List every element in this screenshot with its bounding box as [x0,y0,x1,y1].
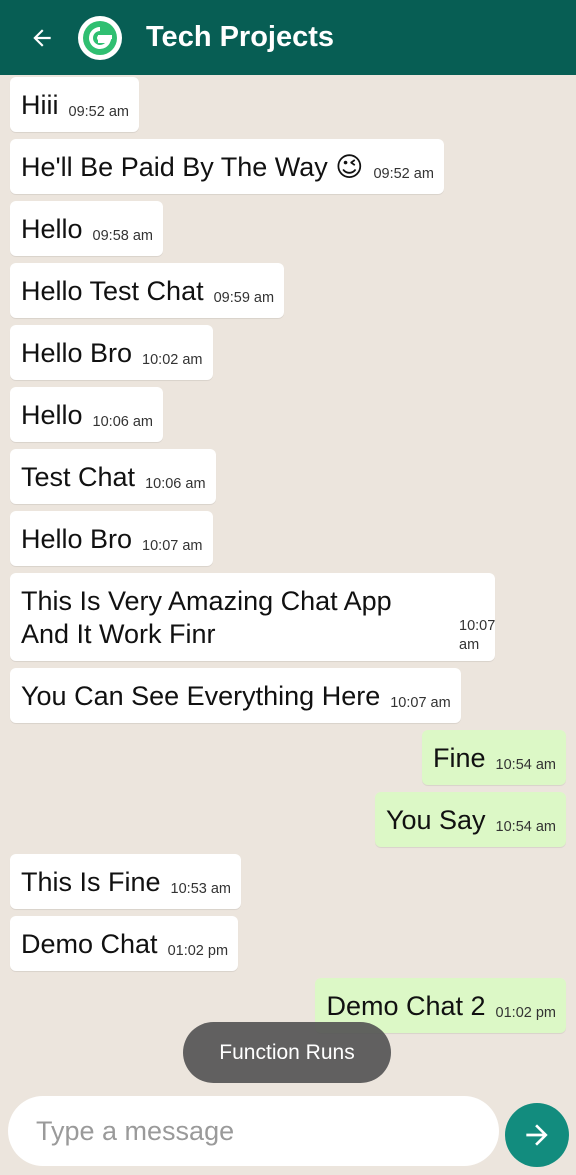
incoming-message-row: This Is Fine 10:53 am [0,854,576,909]
message-time: 10:06 am [145,476,206,492]
message-bubble[interactable]: He'll Be Paid By The Way 😉 09:52 am [10,139,444,194]
message-bubble[interactable]: Hello Bro 10:02 am [10,325,213,380]
message-bubble[interactable]: Hiii 09:52 am [10,77,139,132]
message-time: 01:02 pm [167,943,229,959]
incoming-message-row: This Is Very Amazing Chat App And It Wor… [0,573,576,661]
message-text: Hello [21,214,83,244]
outgoing-message-row: Fine 10:54 am [0,730,576,785]
message-text: Hello Bro [21,338,133,368]
message-composer [8,1096,499,1166]
message-text: You Can See Everything Here [21,681,381,711]
message-time: 10:07 am [142,538,203,554]
message-text: Demo Chat 2 [326,991,486,1021]
message-bubble[interactable]: You Can See Everything Here 10:07 am [10,668,461,723]
message-time: 01:02 pm [495,1005,556,1021]
message-text: He'll Be Paid By The Way 😉 [21,152,364,182]
message-time: 10:06 am [92,414,153,430]
outgoing-message-row: You Say 10:54 am [0,792,576,847]
message-text: Fine [433,743,486,773]
incoming-message-row: Hello 09:58 am [0,201,576,256]
incoming-message-row: Hello Bro 10:07 am [0,511,576,566]
page-title: Tech Projects [146,21,335,53]
message-time: 09:58 am [92,228,153,244]
back-button[interactable] [14,0,70,75]
message-text: Hello Test Chat [21,276,204,306]
app-bar: Tech Projects [0,0,576,75]
message-time: 10:07 am [390,695,451,711]
message-text: Demo Chat [21,929,158,959]
message-text: You Say [385,805,486,835]
app-logo-icon [83,20,117,55]
incoming-message-row: Demo Chat 01:02 pm [0,916,576,971]
message-bubble[interactable]: This Is Fine 10:53 am [10,854,242,909]
message-bubble[interactable]: Hello 09:58 am [10,201,163,256]
message-stack: Hiii09:37 amHiii09:52 amHe'll Be Paid By… [0,75,576,1040]
message-time: 10:53 am [170,881,232,897]
message-time: 10:02 am [142,352,203,368]
message-time: 09:52 am [373,166,434,182]
app-logo[interactable] [78,15,122,60]
message-text: Hello Bro [21,524,133,554]
message-bubble[interactable]: Hello Test Chat 09:59 am [10,263,285,318]
message-bubble[interactable]: Demo Chat 01:02 pm [10,916,239,971]
send-arrow-icon [526,1124,548,1146]
message-time: 09:52 am [68,104,129,120]
message-input[interactable] [8,1115,499,1147]
message-time: 10:07 am [459,618,496,653]
message-bubble[interactable]: This Is Very Amazing Chat App And It Wor… [10,573,495,661]
incoming-message-row: He'll Be Paid By The Way 😉 09:52 am [0,139,576,194]
send-button[interactable] [505,1103,569,1167]
message-text: This Is Very Amazing Chat App And It Wor… [21,586,392,649]
incoming-message-row: Hiii 09:52 am [0,77,576,132]
message-time: 10:54 am [495,757,556,773]
incoming-message-row: Hello Test Chat 09:59 am [0,263,576,318]
message-text: Hiii [21,90,59,120]
incoming-message-row: Hello 10:06 am [0,387,576,442]
message-text: Test Chat [21,462,136,492]
message-text: Hello [21,400,83,430]
message-bubble[interactable]: Hello Bro 10:07 am [10,511,213,566]
message-list[interactable]: Hiii09:37 amHiii09:52 amHe'll Be Paid By… [0,75,576,1090]
message-time: 09:59 am [213,290,275,306]
message-bubble[interactable]: You Say 10:54 am [374,792,566,847]
incoming-message-row: Hello Bro 10:02 am [0,325,576,380]
message-text: This Is Fine [21,867,161,897]
message-bubble[interactable]: Test Chat 10:06 am [10,449,216,504]
toast-message: Function Runs [183,1022,391,1083]
message-bubble[interactable]: Fine 10:54 am [422,730,566,785]
arrow-left-icon [33,28,51,47]
message-bubble[interactable]: Hello 10:06 am [10,387,163,442]
incoming-message-row: Test Chat 10:06 am [0,449,576,504]
message-time: 10:54 am [495,819,556,835]
incoming-message-row: You Can See Everything Here 10:07 am [0,668,576,723]
